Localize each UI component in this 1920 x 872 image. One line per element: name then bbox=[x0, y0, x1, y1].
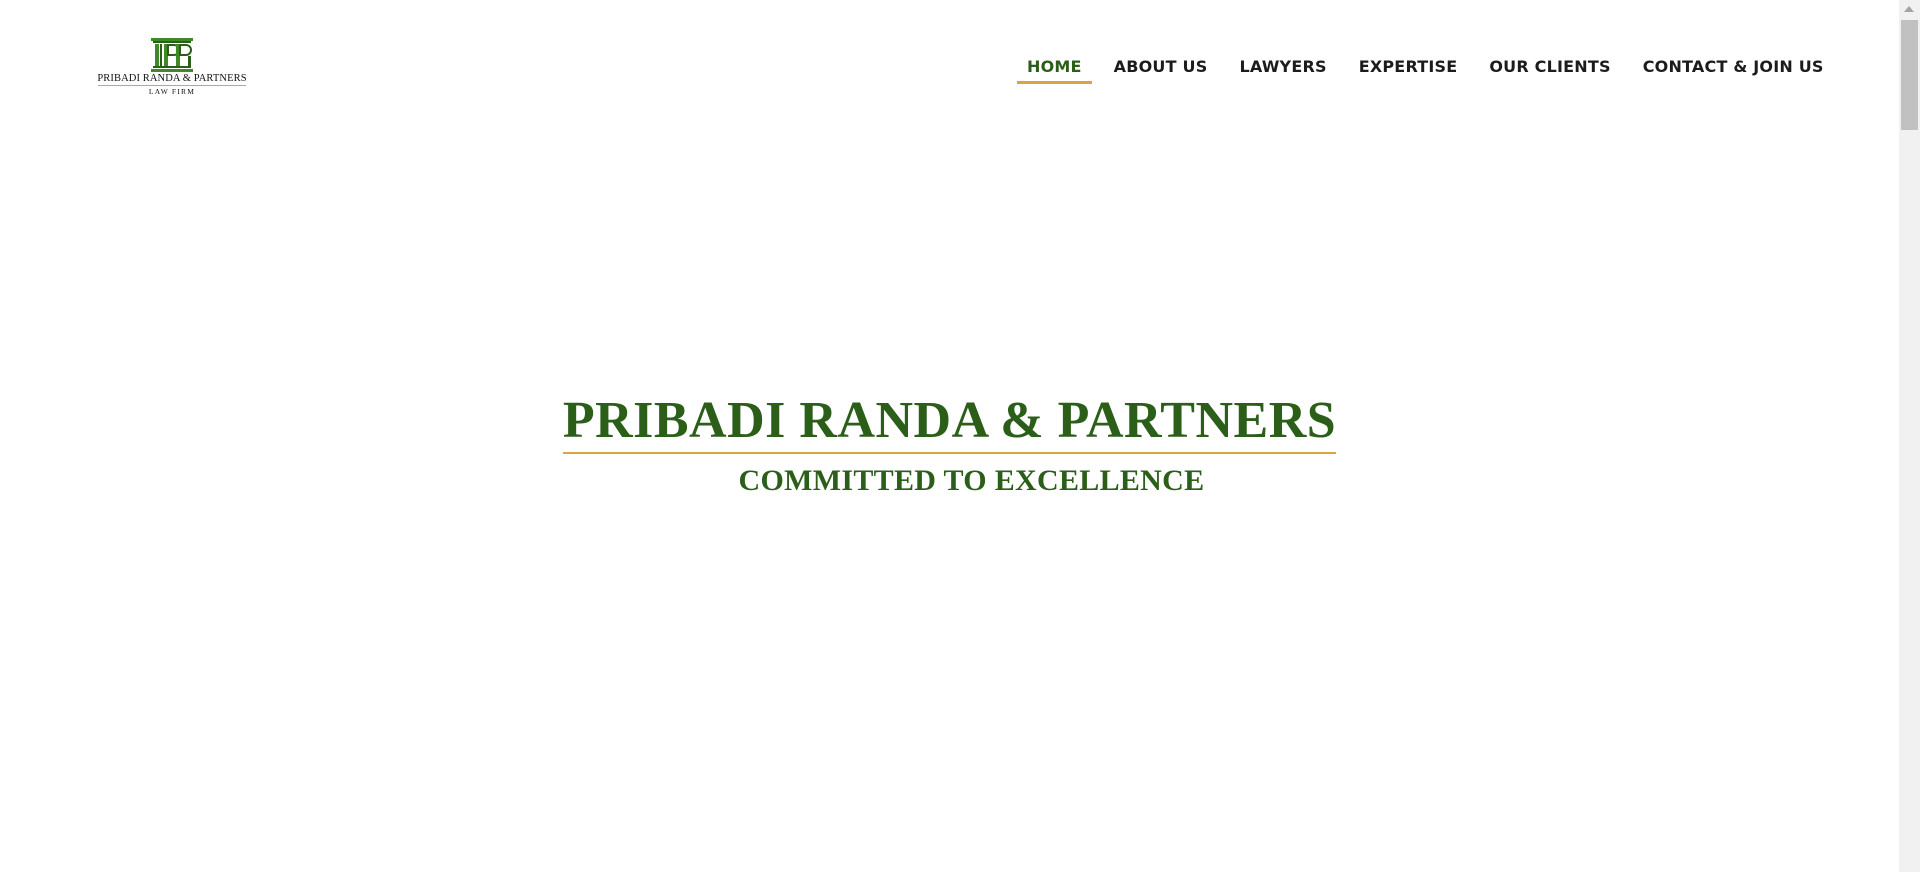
hero-section: PRIBADI RANDA & PARTNERS COMMITTED TO EX… bbox=[0, 390, 1899, 498]
logo-divider bbox=[98, 85, 246, 86]
nav-our-clients[interactable]: OUR CLIENTS bbox=[1479, 54, 1620, 84]
scroll-up-arrow-icon[interactable] bbox=[1904, 6, 1914, 12]
hero-title-block: PRIBADI RANDA & PARTNERS bbox=[562, 390, 1337, 454]
nav-home[interactable]: HOME bbox=[1017, 54, 1092, 84]
nav-contact-join-us[interactable]: CONTACT & JOIN US bbox=[1633, 54, 1834, 84]
pillar-logo-icon bbox=[151, 38, 193, 72]
nav-about-us[interactable]: ABOUT US bbox=[1104, 54, 1218, 84]
hero-subtitle: COMMITTED TO EXCELLENCE bbox=[738, 464, 1205, 497]
scroll-thumb[interactable] bbox=[1901, 20, 1918, 130]
nav-expertise[interactable]: EXPERTISE bbox=[1349, 54, 1468, 84]
site-logo[interactable]: PRIBADI RANDA & PARTNERS LAW FIRM bbox=[97, 38, 247, 98]
vertical-scrollbar[interactable] bbox=[1899, 0, 1920, 872]
page: PRIBADI RANDA & PARTNERS LAW FIRM HOME A… bbox=[0, 0, 1899, 872]
logo-tagline: LAW FIRM bbox=[148, 87, 196, 96]
nav-lawyers[interactable]: LAWYERS bbox=[1229, 54, 1336, 84]
main-nav: HOME ABOUT US LAWYERS EXPERTISE OUR CLIE… bbox=[1017, 54, 1846, 84]
logo-firm-name: PRIBADI RANDA & PARTNERS bbox=[97, 73, 247, 84]
hero-title: PRIBADI RANDA & PARTNERS bbox=[562, 392, 1337, 449]
hero-divider bbox=[562, 452, 1337, 454]
